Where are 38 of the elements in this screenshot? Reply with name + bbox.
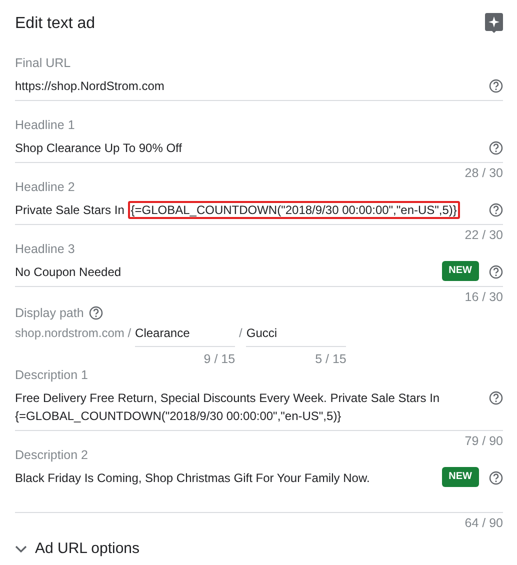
input-field[interactable]: Black Friday Is Coming, Shop Christmas Gift For Your Family Now.	[15, 469, 434, 487]
character-counter: 5 / 15	[315, 351, 346, 367]
help-icon[interactable]	[489, 391, 503, 405]
field-label: Description 2	[15, 447, 89, 463]
field-label: Description 1	[15, 367, 89, 383]
help-icon[interactable]	[88, 306, 103, 320]
input-field[interactable]: https://shop.NordStrom.com	[15, 77, 479, 95]
input-field[interactable]: No Coupon Needed	[15, 263, 434, 281]
character-counter: 22 / 30	[464, 227, 503, 241]
path-input[interactable]: Clearance	[135, 324, 236, 347]
character-counter: 64 / 90	[464, 515, 503, 529]
character-counter: 16 / 30	[464, 289, 503, 303]
help-icon[interactable]	[489, 141, 503, 155]
new-badge: NEW	[442, 467, 479, 487]
field-label: Final URL	[15, 55, 72, 71]
help-icon[interactable]	[489, 203, 503, 217]
input-field[interactable]: Shop Clearance Up To 90% Off	[15, 139, 479, 157]
input-field[interactable]: Private Sale Stars In {=GLOBAL_COUNTDOWN("2018/9/30 00:00:00","en-US",5)}	[15, 201, 479, 219]
field-label: Display path	[15, 305, 84, 321]
character-counter: 28 / 30	[464, 165, 503, 179]
path-separator: /	[239, 325, 242, 342]
dialog-title: Edit text ad	[15, 14, 96, 34]
new-badge: NEW	[442, 261, 479, 281]
ad-url-options-toggle[interactable]: Ad URL options	[15, 539, 140, 559]
help-icon[interactable]	[489, 79, 503, 93]
path-input[interactable]: Gucci	[246, 324, 346, 347]
highlight-annotation: {=GLOBAL_COUNTDOWN("2018/9/30 00:00:00","en-US",5)}	[128, 201, 460, 219]
input-field[interactable]: Free Delivery Free Return, Special Discounts Every Week. Private Sale Stars In {=GLOBAL_COUNTDOWN("2018/9/30 00:00:00","en-US",5)}	[15, 389, 479, 425]
sparkle-icon[interactable]	[485, 13, 503, 33]
character-counter: 9 / 15	[204, 351, 236, 367]
field-label: Headline 3	[15, 241, 76, 257]
help-icon[interactable]	[489, 471, 503, 485]
field-label: Headline 2	[15, 179, 76, 195]
character-counter: 79 / 90	[464, 433, 503, 447]
help-icon[interactable]	[489, 265, 503, 279]
field-label: Headline 1	[15, 117, 76, 133]
display-path-domain: shop.nordstrom.com /	[15, 325, 132, 342]
chevron-icon	[15, 545, 27, 553]
